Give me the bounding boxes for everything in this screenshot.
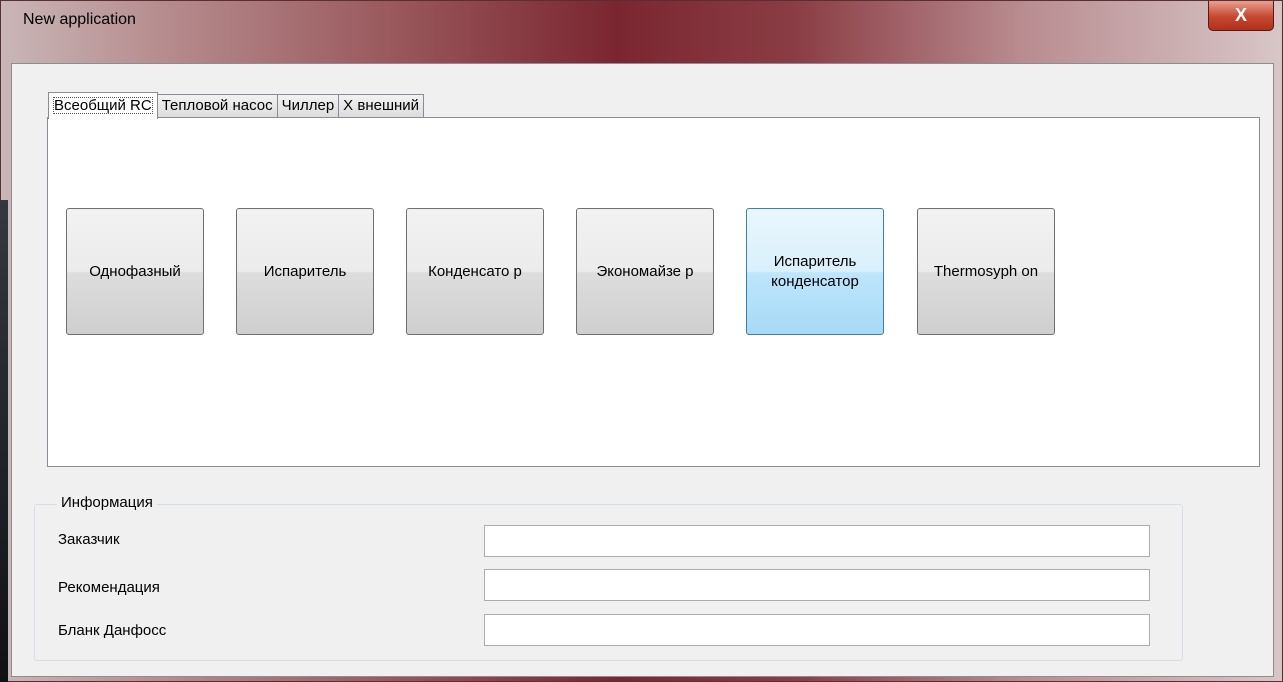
tile-label: Конденсато р	[428, 262, 522, 280]
tile-label: Однофазный	[89, 262, 181, 280]
danfoss-form-input[interactable]	[484, 614, 1150, 646]
isparitel-button[interactable]: Испаритель	[236, 208, 374, 335]
recommendation-input[interactable]	[484, 569, 1150, 601]
tab-label: Всеобщий RC	[53, 97, 153, 114]
tab-label: Х внешний	[343, 97, 420, 114]
customer-label: Заказчик	[58, 531, 120, 548]
close-button[interactable]: X	[1208, 1, 1274, 31]
danfoss-form-label: Бланк Данфосс	[58, 622, 167, 639]
thermosyphon-button[interactable]: Thermosyph on	[917, 208, 1055, 335]
isparitel-kondensator-button[interactable]: Испаритель конденсатор	[746, 208, 884, 335]
tab-kh-vneshniy[interactable]: Х внешний	[338, 94, 425, 118]
customer-input[interactable]	[484, 525, 1150, 557]
tab-teplovoy-nasos[interactable]: Тепловой насос	[156, 94, 278, 118]
tile-label: Thermosyph on	[933, 262, 1039, 280]
info-group-title: Информация	[57, 494, 157, 511]
tile-label: Испаритель	[263, 262, 347, 280]
odnofazny-button[interactable]: Однофазный	[66, 208, 204, 335]
title-bar[interactable]: New application X	[1, 1, 1282, 41]
tab-vseobshchiy-rc[interactable]: Всеобщий RC	[48, 92, 158, 119]
background-edge	[0, 200, 8, 682]
tile-label: Испаритель конденсатор	[771, 252, 859, 290]
recommendation-label: Рекомендация	[58, 579, 160, 596]
window-title: New application	[23, 11, 136, 28]
tab-chiller[interactable]: Чиллер	[276, 94, 340, 118]
application-window: New application X Всеобщий RC Тепловой н…	[0, 0, 1283, 682]
close-icon: X	[1234, 5, 1247, 25]
kondensator-button[interactable]: Конденсато р	[406, 208, 544, 335]
tab-strip: Всеобщий RC Тепловой насос Чиллер Х внеш…	[48, 92, 425, 119]
tab-label: Тепловой насос	[161, 97, 273, 114]
tile-label: Экономайзе р	[596, 262, 694, 280]
tab-panel: Однофазный Испаритель Конденсато р Эконо…	[47, 117, 1260, 467]
dialog-client-area: Всеобщий RC Тепловой насос Чиллер Х внеш…	[11, 63, 1274, 677]
ekonomayzer-button[interactable]: Экономайзе р	[576, 208, 714, 335]
tab-label: Чиллер	[281, 97, 335, 114]
